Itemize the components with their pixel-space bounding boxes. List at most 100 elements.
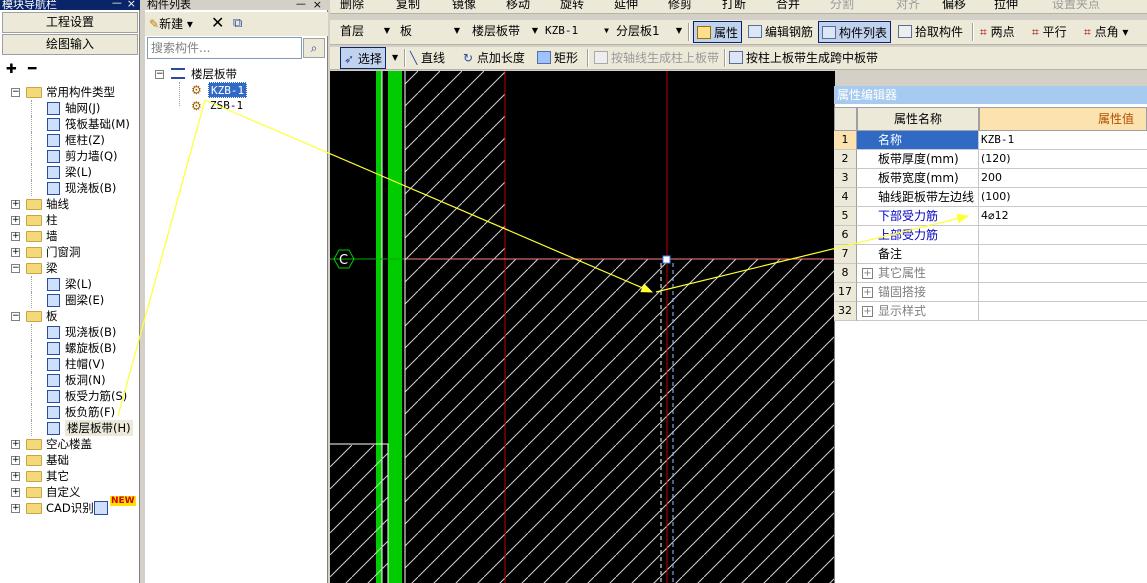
tree-item[interactable]: 板洞(N) [65, 372, 106, 388]
tree-item[interactable]: 梁(L) [65, 164, 92, 180]
edit-tool-button[interactable]: 打断 [722, 0, 746, 13]
collapse-all-icon[interactable]: ━ [28, 61, 36, 77]
tree-item[interactable]: 框柱(Z) [65, 132, 105, 148]
property-row[interactable]: 32 + 显示样式 [834, 302, 1147, 321]
expand-toggle-icon[interactable]: + [11, 504, 20, 513]
project-settings-button[interactable]: 工程设置 [2, 12, 138, 33]
tree-item[interactable]: 板负筋(F) [65, 404, 115, 420]
collapse-toggle-icon[interactable]: − [11, 312, 20, 321]
property-value[interactable]: (100) [979, 188, 1147, 207]
tree-folder-item[interactable]: 常用构件类型 [46, 84, 115, 100]
edit-tool-button[interactable]: 移动 [506, 0, 530, 13]
property-value[interactable]: KZB-1 [979, 131, 1147, 150]
type-select[interactable]: 楼层板带 ▼ [472, 20, 538, 42]
drawing-input-button[interactable]: 绘图输入 [2, 34, 138, 55]
property-value[interactable]: (120) [979, 150, 1147, 169]
expand-toggle-icon[interactable]: + [11, 232, 20, 241]
component-select[interactable]: KZB-1 ▼ [545, 20, 609, 42]
property-row[interactable]: 3 板带宽度(mm) 200 [834, 169, 1147, 188]
point-length-button[interactable]: ↻ 点加长度 [463, 47, 525, 69]
copy-icon[interactable]: ⧉ [233, 15, 242, 33]
tree-item[interactable]: 筏板基础(M) [65, 116, 130, 132]
component-search-input[interactable]: 搜索构件... [147, 37, 302, 59]
component-tree-root[interactable]: 楼层板带 [191, 66, 237, 82]
drawing-canvas[interactable]: C [330, 71, 835, 583]
pin-icon[interactable]: ᅳ [296, 0, 306, 10]
expand-toggle-icon[interactable]: + [11, 248, 20, 257]
expand-toggle-icon[interactable]: + [11, 216, 20, 225]
component-item-kzb1[interactable]: KZB-1 [208, 82, 248, 98]
parallel-button[interactable]: ⌗ 平行 [1032, 21, 1067, 43]
search-icon[interactable]: ⌕ [303, 38, 325, 58]
collapse-toggle-icon[interactable]: − [11, 264, 20, 273]
property-row[interactable]: 8 + 其它属性 [834, 264, 1147, 283]
property-value[interactable]: 4⌀12 [979, 207, 1147, 226]
tree-folder-item[interactable]: 墙 [46, 228, 58, 244]
tree-folder-item[interactable]: 门窗洞 [46, 244, 81, 260]
edit-tool-button[interactable]: 复制 [396, 0, 420, 13]
expand-group-icon[interactable]: + [862, 268, 873, 279]
property-value[interactable] [979, 283, 1147, 302]
property-value[interactable] [979, 302, 1147, 321]
tree-item[interactable]: 楼层板带(H) [65, 420, 133, 436]
expand-toggle-icon[interactable]: + [11, 200, 20, 209]
property-value[interactable]: 200 [979, 169, 1147, 188]
tree-item[interactable]: 圈梁(E) [65, 292, 104, 308]
expand-toggle-icon[interactable]: + [11, 456, 20, 465]
grip-handle[interactable] [662, 255, 671, 264]
generate-column-strip-by-axis-button[interactable]: 按轴线生成柱上板带 [594, 47, 719, 69]
new-button[interactable]: ✎新建 ▾ [149, 15, 193, 33]
tree-item[interactable]: 螺旋板(B) [65, 340, 116, 356]
properties-button[interactable]: 属性 [693, 21, 743, 43]
edit-tool-button[interactable]: 镜像 [452, 0, 476, 13]
property-value[interactable] [979, 226, 1147, 245]
property-row[interactable]: 1 名称 KZB-1 [834, 131, 1147, 150]
expand-toggle-icon[interactable]: + [11, 440, 20, 449]
point-angle-button[interactable]: ⌗ 点角 ▾ [1084, 21, 1128, 43]
tree-folder-item[interactable]: 基础 [46, 452, 69, 468]
property-row[interactable]: 7 备注 [834, 245, 1147, 264]
tree-item[interactable]: 板受力筋(S) [65, 388, 127, 404]
edit-tool-button[interactable]: 旋转 [560, 0, 584, 13]
tree-item[interactable]: 现浇板(B) [65, 180, 116, 196]
tree-folder-item[interactable]: 空心楼盖 [46, 436, 92, 452]
edit-tool-button[interactable]: 删除 [340, 0, 364, 13]
tree-folder-item[interactable]: 自定义 [46, 484, 81, 500]
rectangle-button[interactable]: 矩形 [537, 47, 578, 69]
edit-tool-button[interactable]: 修剪 [668, 0, 692, 13]
category-select[interactable]: 板 ▼ [400, 20, 460, 42]
collapse-toggle-icon[interactable]: − [155, 70, 164, 79]
property-row[interactable]: 2 板带厚度(mm) (120) [834, 150, 1147, 169]
property-row[interactable]: 6 上部受力筋 [834, 226, 1147, 245]
tree-folder-item[interactable]: 梁 [46, 260, 58, 276]
close-icon[interactable]: × [313, 0, 322, 10]
pick-component-button[interactable]: 拾取构件 [898, 21, 963, 43]
expand-group-icon[interactable]: + [862, 287, 873, 298]
property-row[interactable]: 4 轴线距板带左边线 (100) [834, 188, 1147, 207]
property-value[interactable] [979, 264, 1147, 283]
layer-select[interactable]: 分层板1 ▼ [616, 20, 682, 42]
component-item-zsb1[interactable]: ZSB-1 [210, 98, 243, 114]
component-list-button[interactable]: 构件列表 [818, 21, 892, 43]
edit-tool-button[interactable]: 偏移 [942, 0, 966, 13]
expand-toggle-icon[interactable]: + [11, 488, 20, 497]
delete-icon[interactable]: ✕ [211, 13, 224, 33]
floor-select[interactable]: 首层 ▼ [340, 20, 390, 42]
tree-folder-item[interactable]: 板 [46, 308, 58, 324]
close-icon[interactable]: × [127, 0, 136, 9]
edit-tool-button[interactable]: 合并 [776, 0, 800, 13]
tree-folder-item[interactable]: 柱 [46, 212, 58, 228]
edit-tool-button[interactable]: 拉伸 [994, 0, 1018, 13]
collapse-toggle-icon[interactable]: − [11, 88, 20, 97]
property-value-header[interactable]: 属性值 [979, 107, 1147, 131]
expand-group-icon[interactable]: + [862, 306, 873, 317]
edit-tool-button[interactable]: 延伸 [614, 0, 638, 13]
tree-folder-item[interactable]: 轴线 [46, 196, 69, 212]
pin-icon[interactable]: ᅳ [112, 0, 122, 9]
edit-tool-button[interactable]: 对齐 [896, 0, 920, 13]
edit-tool-button[interactable]: 设置夹点 [1052, 0, 1100, 13]
expand-toggle-icon[interactable]: + [11, 472, 20, 481]
edit-tool-button[interactable]: 分割 [830, 0, 854, 13]
property-name-header[interactable]: 属性名称 [857, 107, 979, 131]
select-dropdown-icon[interactable]: ▼ [392, 47, 398, 69]
